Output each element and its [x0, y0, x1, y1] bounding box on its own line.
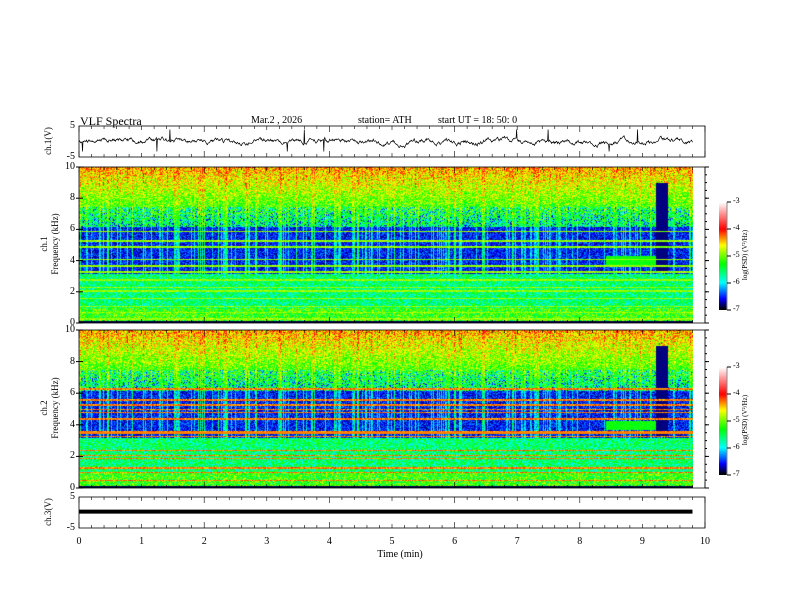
- y-tick-label: -5: [66, 522, 75, 533]
- x-tick-label: 0: [76, 536, 82, 547]
- colorbar-tick-label: -7: [733, 469, 740, 478]
- y-axis-label: Frequency (kHz): [50, 377, 60, 439]
- ch1-waveform: [78, 129, 693, 152]
- x-tick-label: 8: [577, 536, 583, 547]
- colorbar-tick-label: -6: [733, 277, 740, 286]
- y-tick-label: 6: [70, 223, 75, 235]
- y-tick-label: 4: [70, 254, 75, 266]
- y-tick-label: 4: [70, 418, 75, 430]
- x-tick-label: 2: [201, 536, 207, 547]
- colorbar-tick-label: -3: [733, 196, 740, 205]
- x-tick-label: 1: [139, 536, 145, 547]
- y-tick-label: 5: [70, 120, 75, 131]
- y-axis-label: ch.2: [39, 400, 49, 416]
- colorbar-tick-label: -4: [733, 388, 740, 397]
- y-tick-label: 2: [70, 285, 75, 297]
- y-axis-label: ch.3(V): [43, 497, 53, 526]
- y-axis-label: Frequency (kHz): [50, 213, 60, 275]
- y-tick-label: 8: [70, 355, 75, 367]
- colorbar-tick-label: -3: [733, 361, 740, 370]
- x-tick-label: 4: [326, 536, 332, 547]
- x-axis-label: Time (min): [377, 549, 423, 560]
- colorbar-tick-label: -5: [733, 415, 740, 424]
- y-axis-label: ch.1(V): [43, 126, 53, 155]
- colorbar-tick-label: -4: [733, 223, 740, 232]
- colorbar-tick-label: -5: [733, 250, 740, 259]
- x-tick-label: 7: [514, 536, 520, 547]
- y-axis-label: ch.1: [39, 236, 49, 252]
- y-tick-label: 5: [70, 491, 75, 502]
- panel-frame: [78, 166, 706, 324]
- y-tick-label: 8: [70, 192, 75, 204]
- x-tick-label: 5: [389, 536, 395, 547]
- x-tick-label: 9: [639, 536, 645, 547]
- axes-layer: [76, 125, 731, 529]
- colorbar-tick-label: -7: [733, 304, 740, 313]
- x-tick-label: 6: [452, 536, 458, 547]
- vlf-spectra-figure: VLF Spectra Mar.2 , 2026 station= ATH st…: [0, 0, 792, 612]
- y-tick-label: 10: [65, 324, 75, 335]
- x-tick-label: 10: [700, 536, 710, 547]
- y-tick-label: 2: [70, 450, 75, 462]
- colorbar-label: log(PSD) (V²/Hz): [741, 229, 749, 281]
- panel-frame: [78, 329, 706, 489]
- y-tick-label: 6: [70, 387, 75, 399]
- y-tick-label: 10: [65, 161, 75, 172]
- x-tick-label: 3: [264, 536, 270, 547]
- colorbar-tick-label: -6: [733, 442, 740, 451]
- colorbar-label: log(PSD) (V²/Hz): [741, 394, 749, 446]
